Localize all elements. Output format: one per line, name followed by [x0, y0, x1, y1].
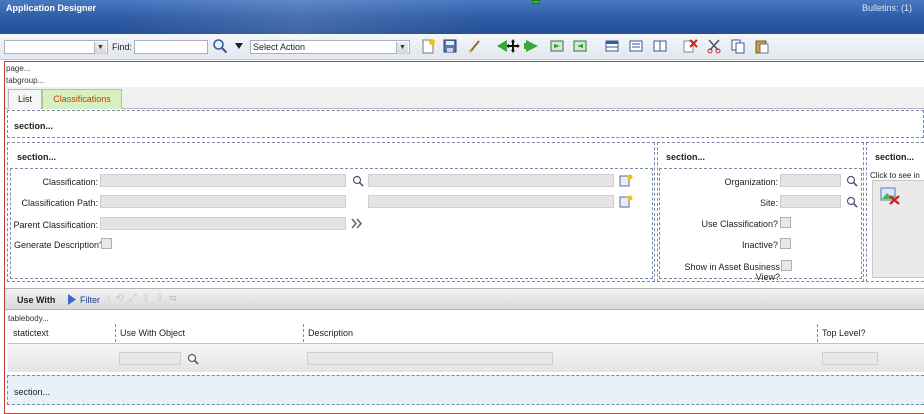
parent-classification-field[interactable] [100, 217, 346, 230]
select-action-dropdown[interactable]: Select Action ▼ [250, 40, 410, 54]
search-icon[interactable] [212, 38, 228, 54]
filter-label[interactable]: Filter [80, 295, 100, 305]
classification-path-label: Classification Path: [21, 198, 98, 208]
top-level-field[interactable] [822, 352, 878, 365]
paste-icon[interactable] [754, 38, 770, 54]
chevron-down-icon[interactable]: ▼ [94, 42, 106, 54]
show-asset-business-view-checkbox[interactable] [781, 260, 792, 271]
column-top-level[interactable]: Top Level? [822, 326, 866, 344]
classification-field[interactable] [100, 174, 346, 187]
use-classification-checkbox[interactable] [780, 217, 791, 228]
next-icon[interactable] [524, 38, 538, 54]
select-action-value: Select Action [253, 42, 306, 52]
left-section-label: section... [17, 152, 57, 162]
organization-field[interactable] [780, 174, 841, 187]
find-input[interactable] [134, 40, 208, 54]
parent-classification-label: Parent Classification: [13, 220, 98, 230]
use-with-object-field[interactable] [119, 352, 181, 365]
organization-label: Organization: [724, 177, 778, 187]
site-label: Site: [759, 198, 778, 208]
table-action-icons: ›⟲⤢⇧⇩⇆ [107, 293, 182, 304]
classification-description-field[interactable] [368, 174, 614, 187]
top-section [7, 110, 924, 138]
title-bar-shine [120, 0, 480, 34]
table-toolbar: Use With Filter ›⟲⤢⇧⇩⇆ [5, 288, 924, 310]
save-icon[interactable] [442, 38, 458, 54]
tablebody-label: tablebody... [8, 314, 49, 323]
new-icon[interactable] [420, 38, 436, 54]
double-chevron-right-icon[interactable] [351, 218, 363, 229]
clear-icon[interactable] [466, 38, 482, 54]
import-icon[interactable] [549, 38, 565, 54]
description-field[interactable] [307, 352, 553, 365]
delete-icon[interactable] [682, 38, 698, 54]
search-icon[interactable] [352, 175, 364, 187]
find-label: Find: [112, 42, 133, 52]
tab-classifications[interactable]: Classifications [42, 89, 122, 109]
table-title: Use With [17, 295, 56, 305]
column-description[interactable]: Description [308, 326, 353, 344]
classification-label: Classification: [42, 177, 98, 187]
tab-list[interactable]: List [8, 89, 42, 109]
column-statictext[interactable]: statictext [13, 326, 49, 344]
right-section-label: section... [875, 152, 915, 162]
export-icon[interactable] [572, 38, 588, 54]
list-icon[interactable] [628, 38, 644, 54]
column-use-with-object[interactable]: Use With Object [120, 326, 185, 344]
inactive-label: Inactive? [741, 240, 778, 250]
prev-icon[interactable] [497, 38, 509, 54]
site-field[interactable] [780, 195, 841, 208]
tab-bar: List Classifications [5, 87, 924, 109]
title-bar: Application Designer Bulletins: (1) [0, 0, 924, 34]
page-label: page... [6, 64, 31, 73]
classification-path-detail-icon[interactable] [619, 195, 633, 208]
columns-icon[interactable] [652, 38, 668, 54]
bottom-section-label: section... [14, 387, 51, 397]
classification-path-field[interactable] [100, 195, 346, 208]
top-section-label: section... [14, 121, 54, 131]
use-classification-label: Use Classification? [701, 219, 778, 229]
drag-handle[interactable] [532, 0, 540, 4]
app-dropdown[interactable]: ▼ [4, 40, 108, 54]
middle-section-label: section... [666, 152, 706, 162]
no-image-icon [880, 187, 900, 205]
classification-path-description-field[interactable] [368, 195, 614, 208]
cut-icon[interactable] [706, 38, 722, 54]
grid-icon[interactable] [604, 38, 620, 54]
copy-icon[interactable] [730, 38, 746, 54]
show-asset-business-view-label: Show in Asset Business View? [684, 262, 780, 282]
search-icon[interactable] [187, 353, 199, 365]
app-title: Application Designer [6, 3, 97, 13]
chevron-down-icon[interactable]: ▼ [396, 42, 408, 54]
toolbar: ▼ Find: Select Action ▼ [0, 34, 924, 60]
bulletins-link[interactable]: Bulletins: (1) [862, 3, 912, 13]
generate-description-label: Generate Description? [14, 240, 105, 250]
image-panel-hint: Click to see in [870, 171, 920, 180]
generate-description-checkbox[interactable] [101, 238, 112, 249]
search-icon[interactable] [846, 175, 858, 187]
filter-icon[interactable] [67, 293, 77, 306]
inactive-checkbox[interactable] [780, 238, 791, 249]
tabgroup-label: tabgroup... [6, 76, 45, 85]
search-options-icon[interactable] [234, 42, 244, 50]
search-icon[interactable] [846, 196, 858, 208]
bottom-section [7, 375, 924, 405]
classification-detail-icon[interactable] [619, 174, 633, 187]
